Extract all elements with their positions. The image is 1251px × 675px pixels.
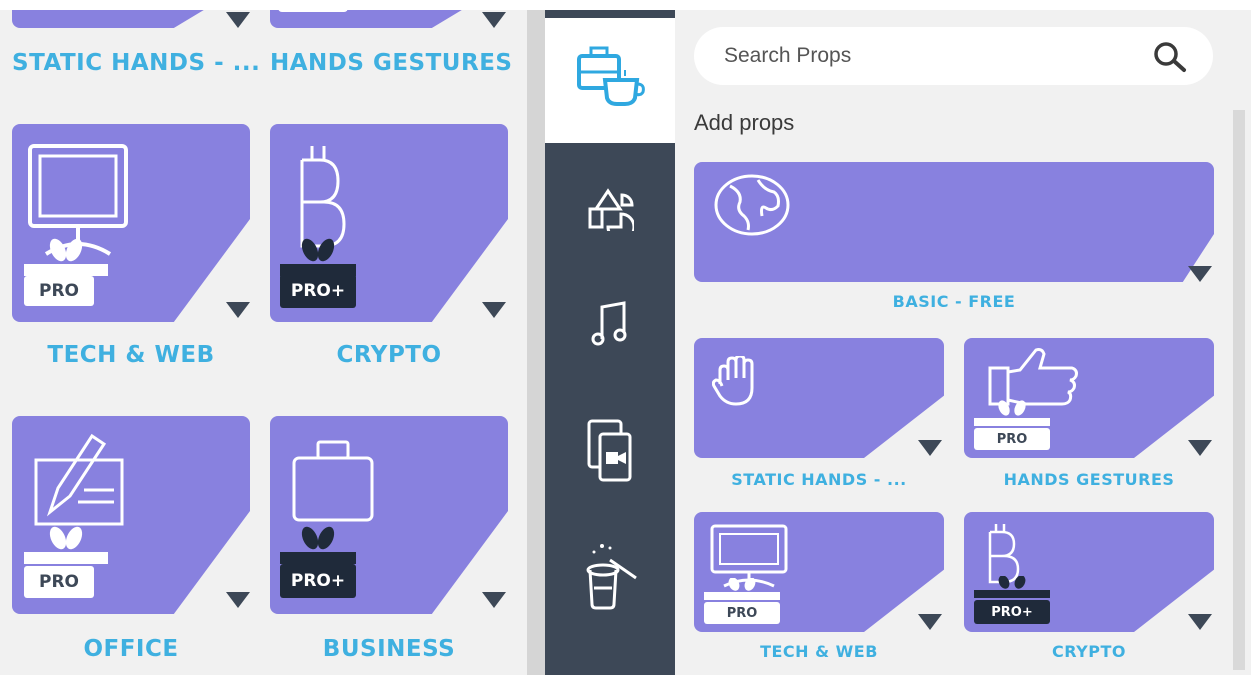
search-input[interactable] <box>724 27 1124 85</box>
pro-plus-badge: PRO+ <box>974 600 1050 624</box>
search-box <box>694 27 1213 85</box>
dropdown-arrow-icon[interactable] <box>482 302 506 318</box>
briefcase-icon <box>292 440 374 522</box>
gift-icon <box>974 576 1050 598</box>
category-label[interactable]: BASIC - FREE <box>694 292 1214 311</box>
category-label[interactable]: STATIC HANDS - ... <box>694 470 944 489</box>
pro-badge: PRO <box>974 428 1050 450</box>
category-label[interactable]: BUSINESS <box>270 636 508 662</box>
media-icon[interactable] <box>575 416 645 486</box>
category-label[interactable]: CRYPTO <box>964 642 1214 661</box>
card-basic-free[interactable] <box>694 162 1214 282</box>
dropdown-arrow-icon[interactable] <box>482 12 506 28</box>
pro-plus-badge: PRO+ <box>280 274 356 308</box>
dropdown-arrow-icon[interactable] <box>1188 266 1212 282</box>
gift-icon <box>280 238 356 276</box>
pro-plus-badge: PRO+ <box>280 564 356 598</box>
card-business[interactable]: PRO+ <box>270 416 508 614</box>
card-crypto[interactable]: PRO+ <box>270 124 508 322</box>
dropdown-arrow-icon[interactable] <box>226 592 250 608</box>
globe-icon <box>714 174 790 236</box>
music-icon[interactable] <box>575 288 645 358</box>
search-icon[interactable] <box>1153 41 1187 73</box>
dropdown-arrow-icon[interactable] <box>918 614 942 630</box>
scrollbar[interactable] <box>1233 110 1245 670</box>
section-title: Add props <box>694 110 795 135</box>
dropdown-arrow-icon[interactable] <box>918 440 942 456</box>
panel-divider <box>527 0 545 675</box>
top-edge <box>0 0 1251 10</box>
category-label[interactable]: CRYPTO <box>270 342 508 368</box>
magic-hat-icon[interactable] <box>575 540 645 610</box>
gift-icon <box>280 526 356 564</box>
gift-icon <box>704 578 780 600</box>
pro-badge: PRO <box>24 566 94 598</box>
category-label[interactable]: TECH & WEB <box>12 342 250 368</box>
sidebar-item-props[interactable] <box>545 18 675 143</box>
dropdown-arrow-icon[interactable] <box>1188 440 1212 456</box>
gift-icon <box>974 400 1050 426</box>
category-label[interactable]: HANDS GESTURES <box>270 50 512 76</box>
category-label[interactable]: HANDS GESTURES <box>964 470 1214 489</box>
category-label[interactable]: TECH & WEB <box>694 642 944 661</box>
card-tech-web[interactable]: PRO <box>12 124 250 322</box>
dropdown-arrow-icon[interactable] <box>1188 614 1212 630</box>
props-icon[interactable] <box>575 40 645 110</box>
gift-icon <box>24 238 108 276</box>
shapes-icon[interactable] <box>575 174 645 244</box>
pro-badge: PRO <box>24 276 94 306</box>
dropdown-arrow-icon[interactable] <box>482 592 506 608</box>
left-props-panel: STATIC HANDS - ... HANDS GESTURES PRO TE… <box>0 0 527 675</box>
category-label[interactable]: STATIC HANDS - ... <box>12 50 260 76</box>
category-label[interactable]: OFFICE <box>12 636 250 662</box>
pro-badge: PRO <box>704 602 780 624</box>
pen-paper-icon <box>34 433 124 526</box>
dropdown-arrow-icon[interactable] <box>226 302 250 318</box>
category-sidebar <box>545 0 675 675</box>
gift-icon <box>24 526 108 564</box>
card-office[interactable]: PRO <box>12 416 250 614</box>
hand-icon <box>712 356 754 406</box>
dropdown-arrow-icon[interactable] <box>226 12 250 28</box>
